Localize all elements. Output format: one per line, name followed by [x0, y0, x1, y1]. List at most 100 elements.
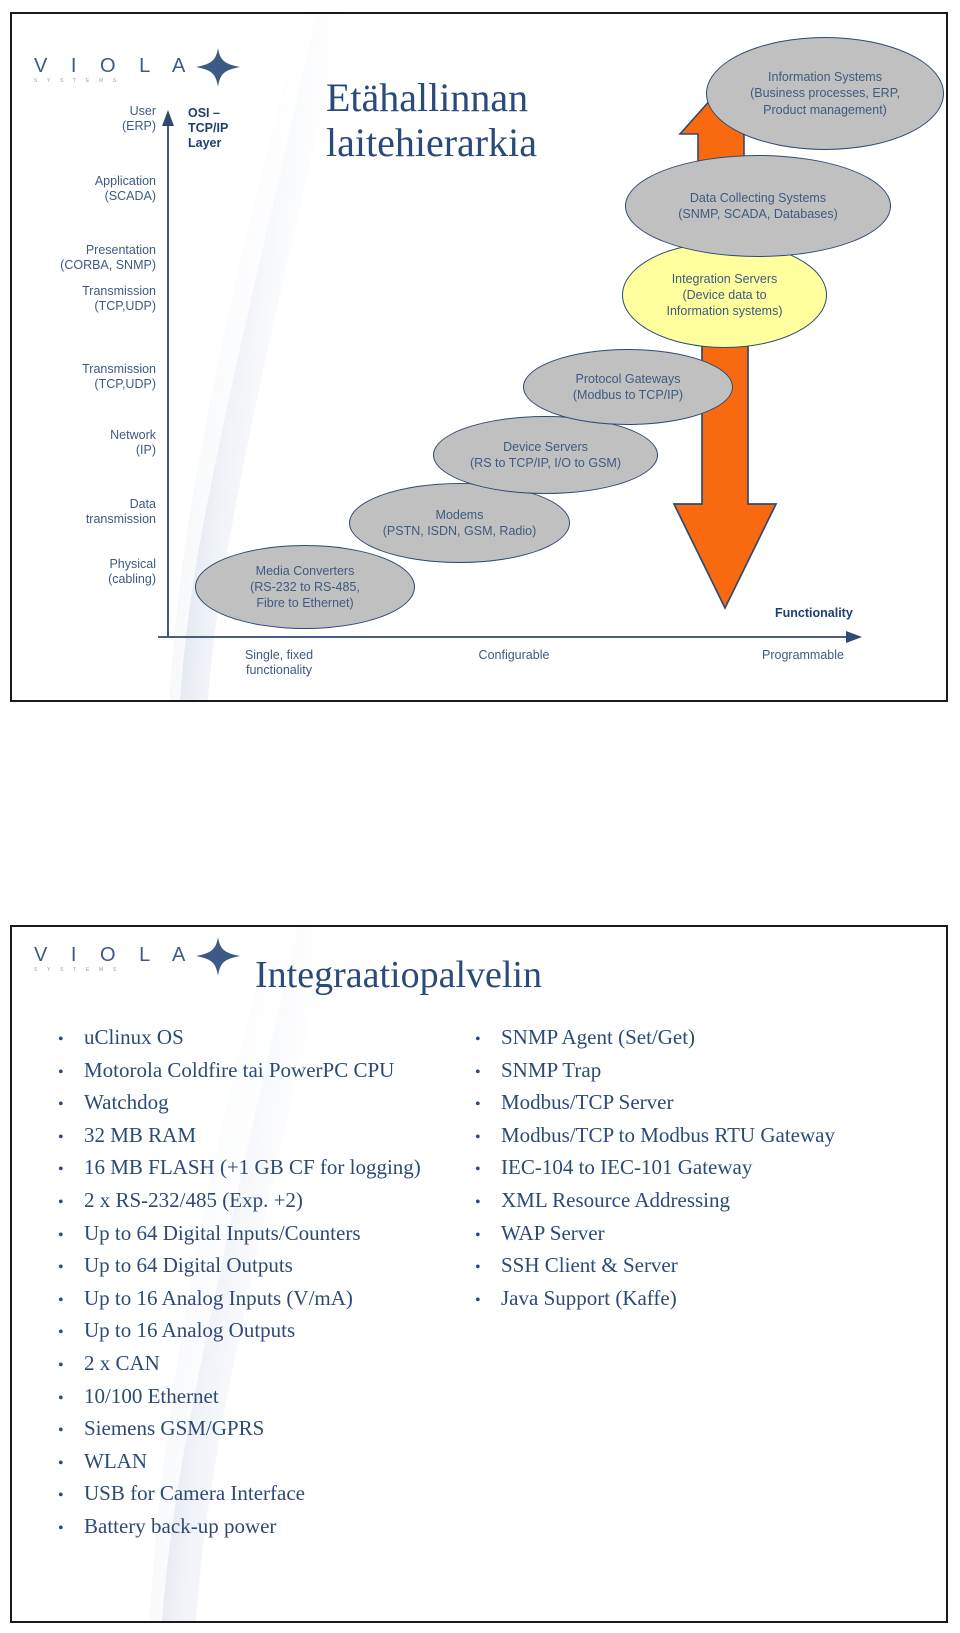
viola-logo: V I O L A S Y S T E M S: [34, 48, 244, 92]
node-information-systems-line3: Product management): [763, 102, 887, 117]
node-integration-servers-line1: Integration Servers: [671, 271, 778, 286]
software-feature-item[interactable]: • WAP Server: [475, 1217, 835, 1250]
bullet-dot-icon: •: [58, 1096, 64, 1114]
hardware-feature-label: 16 MB FLASH (+1 GB CF for logging): [84, 1155, 421, 1180]
bullet-dot-icon: •: [58, 1422, 64, 1440]
hardware-feature-label: 2 x RS-232/485 (Exp. +2): [84, 1187, 303, 1212]
viola-logo-subtitle-slide2: S Y S T E M S: [34, 967, 121, 973]
node-modems-line1: Modems: [435, 507, 484, 522]
hardware-feature-label: Up to 64 Digital Inputs/Counters: [84, 1220, 361, 1245]
node-media-converters[interactable]: Media Converters (RS-232 to RS-485, Fibr…: [195, 545, 415, 629]
osi-layer-transmission-2-name: Transmission: [82, 362, 156, 376]
osi-layer-application-name: Application: [94, 174, 156, 188]
bullet-dot-icon: •: [58, 1063, 64, 1081]
node-integration-servers[interactable]: Integration Servers (Device data to Info…: [622, 242, 827, 348]
hardware-feature-label: Motorola Coldfire tai PowerPC CPU: [84, 1057, 395, 1082]
node-data-collecting-systems-line1: Data Collecting Systems: [689, 190, 827, 205]
osi-layer-network: Network (IP): [110, 428, 156, 458]
osi-layer-network-detail: (IP): [135, 442, 156, 457]
software-feature-label: SNMP Trap: [501, 1057, 602, 1082]
bullet-dot-icon: •: [475, 1193, 481, 1211]
viola-logo-letters: V I O L A: [34, 55, 195, 77]
hardware-feature-item[interactable]: • Siemens GSM/GPRS: [58, 1412, 421, 1445]
axis-tick-configurable: Configurable: [478, 648, 550, 662]
viola-star-icon-slide2: [196, 937, 241, 976]
hardware-feature-item[interactable]: • Up to 64 Digital Inputs/Counters: [58, 1217, 421, 1250]
osi-layer-transmission-2: Transmission (TCP,UDP): [82, 362, 156, 392]
hardware-feature-item[interactable]: • Up to 16 Analog Inputs (V/mA): [58, 1282, 421, 1315]
slide-integration-server: V I O L A S Y S T E M S Integraatiopalve…: [10, 925, 948, 1623]
node-media-converters-line2: (RS-232 to RS-485,: [250, 579, 360, 594]
bullet-dot-icon: •: [475, 1031, 481, 1048]
feature-list-software: • SNMP Agent (Set/Get) • SNMP Trap • Modbus/T…: [475, 1021, 835, 1314]
bullet-dot-icon: •: [58, 1519, 64, 1537]
software-feature-item[interactable]: • Modbus/TCP to Modbus RTU Gateway: [475, 1119, 835, 1152]
hardware-feature-label: WLAN: [84, 1448, 147, 1473]
node-data-collecting-systems-line2: (SNMP, SCADA, Databases): [678, 207, 838, 221]
software-feature-item[interactable]: • SNMP Agent (Set/Get): [475, 1021, 835, 1054]
bullet-dot-icon: •: [475, 1291, 481, 1309]
hardware-feature-item[interactable]: • 16 MB FLASH (+1 GB CF for logging): [58, 1151, 421, 1184]
node-information-systems[interactable]: Information Systems (Business processes,…: [706, 37, 944, 150]
bullet-dot-icon: •: [475, 1259, 481, 1277]
axis-header-line-1: OSI –: [188, 106, 220, 120]
software-feature-item[interactable]: • SSH Client & Server: [475, 1249, 835, 1282]
hardware-feature-item[interactable]: • 32 MB RAM: [58, 1119, 421, 1152]
node-integration-servers-line2: (Device data to: [682, 287, 767, 302]
software-feature-label: SNMP Agent (Set/Get): [501, 1025, 696, 1049]
axis-header-osi-tcpip-layer: OSI – TCP/IP Layer: [188, 106, 228, 150]
feature-list-hardware: • uClinux OS • Motorola Coldfire tai PowerP…: [58, 1021, 421, 1543]
hardware-feature-item[interactable]: • Watchdog: [58, 1086, 421, 1119]
hardware-feature-item[interactable]: • Motorola Coldfire tai PowerPC CPU: [58, 1054, 421, 1087]
hardware-feature-item[interactable]: • WLAN: [58, 1445, 421, 1478]
node-device-servers[interactable]: Device Servers (RS to TCP/IP, I/O to GSM…: [433, 416, 658, 494]
bullet-dot-icon: •: [58, 1226, 64, 1244]
osi-layer-user-detail: (ERP): [121, 118, 156, 133]
node-data-collecting-systems[interactable]: Data Collecting Systems (SNMP, SCADA, Da…: [625, 155, 891, 257]
hardware-feature-item[interactable]: • 2 x CAN: [58, 1347, 421, 1380]
slide-device-hierarchy: V I O L A S Y S T E M S Etähallinnan lai…: [10, 12, 948, 702]
viola-logo-slide2: V I O L A S Y S T E M S: [34, 937, 244, 981]
node-modems[interactable]: Modems (PSTN, ISDN, GSM, Radio): [349, 483, 570, 563]
bullet-dot-icon: •: [58, 1291, 64, 1309]
hardware-feature-label: 32 MB RAM: [84, 1122, 197, 1147]
bullet-dot-icon: •: [58, 1161, 64, 1179]
software-feature-label: IEC-104 to IEC-101 Gateway: [501, 1155, 753, 1180]
bullet-dot-icon: •: [475, 1096, 481, 1114]
osi-layer-presentation-detail: (CORBA, SNMP): [60, 257, 156, 272]
bullet-dot-icon: •: [58, 1193, 64, 1211]
hardware-feature-item[interactable]: • Battery back-up power: [58, 1510, 421, 1543]
software-feature-item[interactable]: • Modbus/TCP Server: [475, 1086, 835, 1119]
axis-tick-single-fixed: Single, fixed functionality: [204, 648, 354, 678]
osi-layer-presentation-name: Presentation: [85, 243, 156, 257]
bullet-dot-icon: •: [475, 1161, 481, 1179]
hardware-feature-item[interactable]: • 10/100 Ethernet: [58, 1380, 421, 1413]
software-feature-label: XML Resource Addressing: [501, 1187, 731, 1212]
hardware-feature-item[interactable]: • USB for Camera Interface: [58, 1477, 421, 1510]
software-feature-item[interactable]: • IEC-104 to IEC-101 Gateway: [475, 1151, 835, 1184]
osi-layer-transmission-1-name: Transmission: [82, 284, 156, 298]
axis-header-line-3: Layer: [188, 135, 222, 150]
node-protocol-gateways-line2: (Modbus to TCP/IP): [572, 388, 684, 402]
node-device-servers-line2: (RS to TCP/IP, I/O to GSM): [470, 456, 621, 470]
software-feature-item[interactable]: • Java Support (Kaffe): [475, 1282, 835, 1315]
bullet-dot-icon: •: [58, 1454, 64, 1472]
bullet-dot-icon: •: [475, 1226, 481, 1244]
osi-layer-application: Application (SCADA): [95, 174, 156, 204]
hardware-feature-item[interactable]: • Up to 64 Digital Outputs: [58, 1249, 421, 1282]
bullet-dot-icon: •: [475, 1128, 481, 1146]
node-protocol-gateways[interactable]: Protocol Gateways (Modbus to TCP/IP): [523, 349, 733, 425]
axis-tick-programmable: Programmable: [762, 648, 844, 662]
viola-star-icon: [196, 48, 241, 87]
hardware-feature-item[interactable]: • 2 x RS-232/485 (Exp. +2): [58, 1184, 421, 1217]
osi-layer-user-name: User: [129, 104, 156, 118]
hardware-feature-label: Up to 64 Digital Outputs: [84, 1253, 293, 1278]
osi-layer-data-transmission-detail: transmission: [85, 511, 156, 526]
osi-layer-presentation: Presentation (CORBA, SNMP): [60, 243, 156, 273]
software-feature-item[interactable]: • SNMP Trap: [475, 1054, 835, 1087]
hardware-feature-item[interactable]: • Up to 16 Analog Outputs: [58, 1314, 421, 1347]
bullet-dot-icon: •: [58, 1031, 64, 1048]
node-information-systems-line2: (Business processes, ERP,: [750, 86, 900, 101]
software-feature-item[interactable]: • XML Resource Addressing: [475, 1184, 835, 1217]
hardware-feature-item[interactable]: • uClinux OS: [58, 1021, 421, 1054]
